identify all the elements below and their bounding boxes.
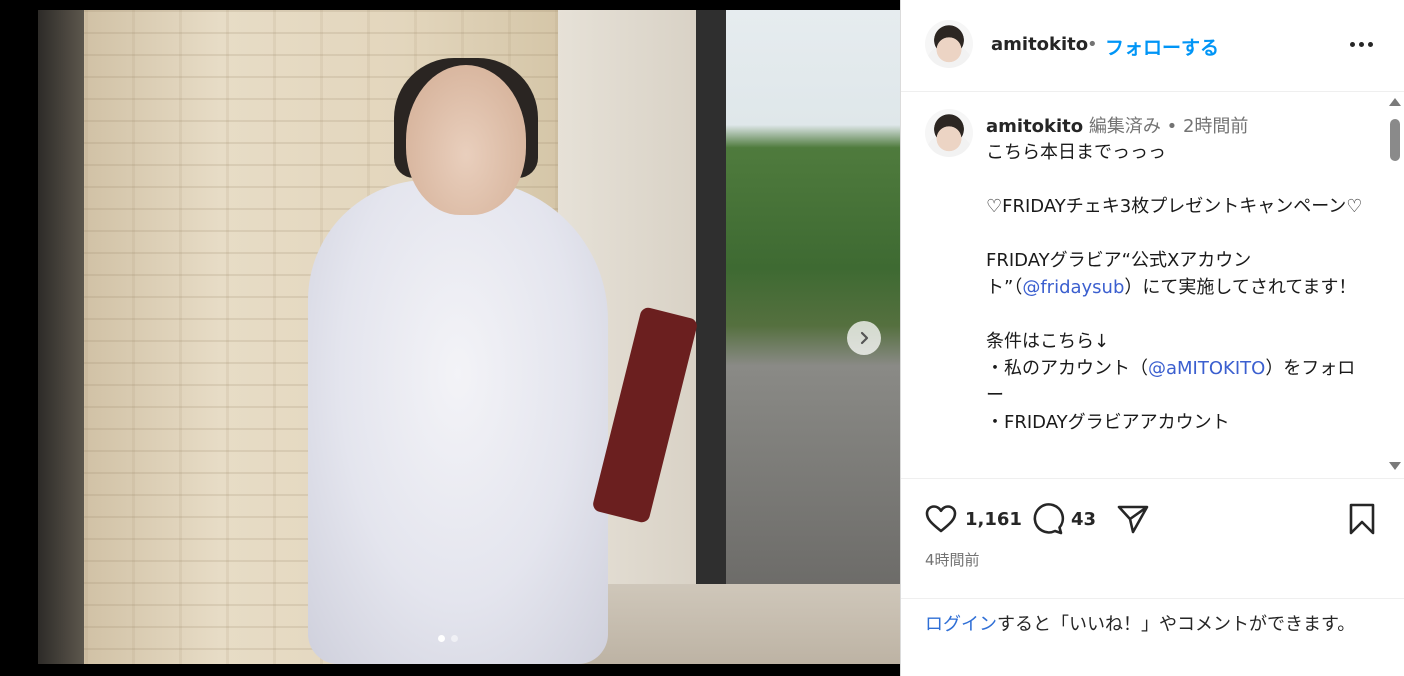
post-side-panel: amitokito • フォローする amitokito 編集済み • 2時間前… xyxy=(900,0,1404,676)
save-button[interactable] xyxy=(1344,501,1380,537)
caption-username[interactable]: amitokito xyxy=(986,116,1083,137)
carousel-dot-active xyxy=(438,635,445,642)
follow-button[interactable]: フォローする xyxy=(1105,33,1219,60)
photo-floor xyxy=(558,584,900,664)
mention-link[interactable]: @fridaysub xyxy=(1022,277,1124,298)
login-prompt: ログインすると「いいね！」やコメントができます。 xyxy=(901,598,1404,676)
post-header: amitokito • フォローする xyxy=(901,0,1404,92)
chevron-right-icon xyxy=(860,331,869,345)
caption-line: 条件はこちら↓ xyxy=(986,331,1110,352)
comment-icon xyxy=(1033,503,1065,535)
bookmark-icon xyxy=(1349,503,1375,535)
scroll-up-arrow-icon[interactable] xyxy=(1389,98,1401,106)
post-media-viewer xyxy=(0,0,900,676)
avatar[interactable] xyxy=(925,20,973,68)
carousel-dot xyxy=(451,635,458,642)
caption-text: こちら本日までっっっ ♡FRIDAYチェキ3枚プレゼントキャンペーン♡ FRID… xyxy=(986,139,1366,436)
carousel-indicator xyxy=(438,635,458,642)
caption-avatar[interactable] xyxy=(925,109,973,157)
share-icon xyxy=(1117,505,1149,534)
post-photo[interactable] xyxy=(38,10,900,664)
login-prompt-text: ログインすると「いいね！」やコメントができます。 xyxy=(925,611,1385,638)
login-link[interactable]: ログイン xyxy=(925,614,997,635)
comment-count[interactable]: 43 xyxy=(1071,509,1096,530)
like-button[interactable]: 1,161 xyxy=(923,501,1022,537)
more-options-icon[interactable] xyxy=(1350,36,1376,52)
post-timestamp[interactable]: 4時間前 xyxy=(925,549,980,570)
caption-line: ）にて実施してされてます！ xyxy=(1124,277,1357,298)
photo-window-view xyxy=(726,10,900,584)
heart-icon xyxy=(925,505,957,533)
caption-meta: amitokito 編集済み • 2時間前 xyxy=(986,112,1248,138)
like-count[interactable]: 1,161 xyxy=(965,509,1022,530)
header-separator: • xyxy=(1087,34,1098,55)
caption-scrollbar[interactable] xyxy=(1385,93,1403,478)
caption-line: ・FRIDAYグラビアアカウント xyxy=(986,412,1230,433)
login-prompt-message: すると「いいね！」やコメントができます。 xyxy=(997,614,1356,635)
caption-edited-time: 編集済み • 2時間前 xyxy=(1083,116,1249,137)
caption-area: amitokito 編集済み • 2時間前 こちら本日までっっっ ♡FRIDAY… xyxy=(901,93,1404,478)
comment-button[interactable]: 43 xyxy=(1029,501,1096,537)
scrollbar-thumb[interactable] xyxy=(1390,119,1400,161)
share-button[interactable] xyxy=(1115,501,1151,537)
photo-person-face xyxy=(406,65,526,215)
scroll-down-arrow-icon[interactable] xyxy=(1389,462,1401,470)
photo-door-frame xyxy=(38,10,84,664)
caption-line: こちら本日までっっっ xyxy=(986,142,1166,163)
header-username[interactable]: amitokito xyxy=(991,34,1088,55)
photo-window-frame xyxy=(696,10,726,584)
caption-line: ・私のアカウント（ xyxy=(986,358,1148,379)
carousel-next-button[interactable] xyxy=(847,321,881,355)
mention-link[interactable]: @aMITOKITO xyxy=(1148,358,1265,379)
photo-person-shirt xyxy=(308,180,608,664)
post-actions: 1,161 43 4時間前 xyxy=(901,478,1404,598)
caption-line: ♡FRIDAYチェキ3枚プレゼントキャンペーン♡ xyxy=(986,196,1363,217)
